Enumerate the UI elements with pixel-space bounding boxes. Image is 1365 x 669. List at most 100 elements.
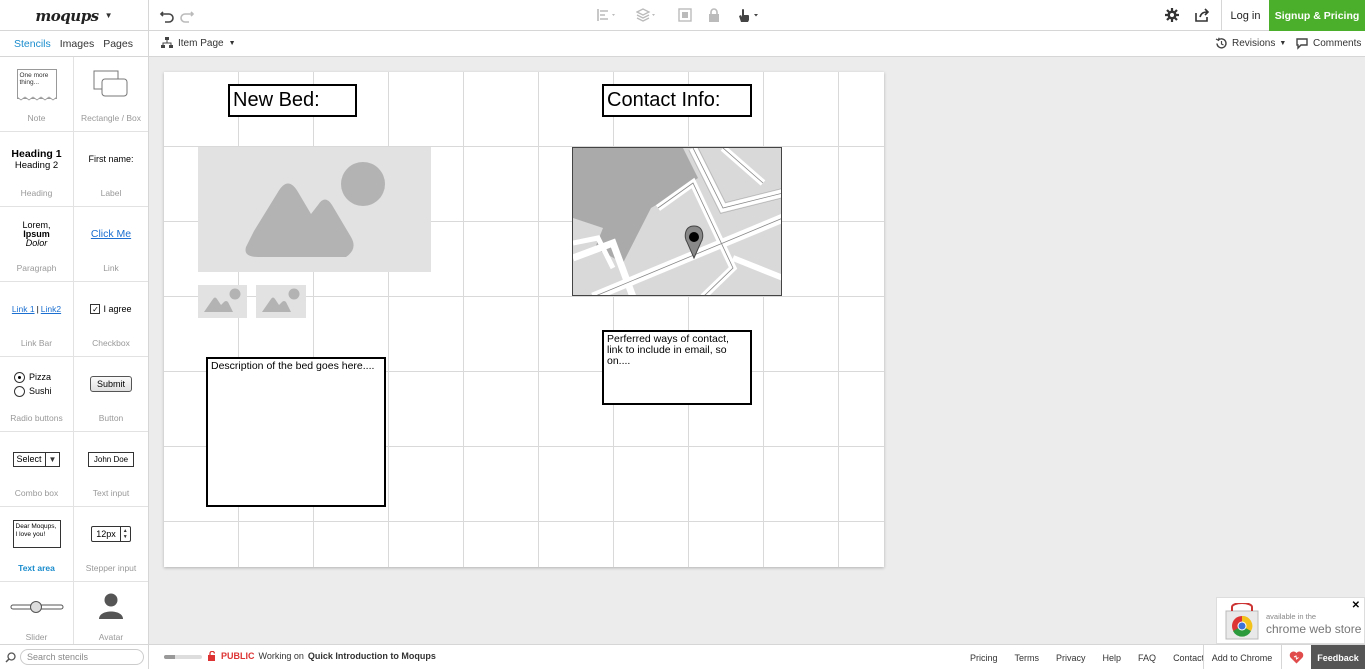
stencil-caption: Link <box>103 263 119 273</box>
footer-link-faq[interactable]: FAQ <box>1138 653 1156 663</box>
image-placeholder-icon <box>245 162 385 257</box>
stencil-avatar[interactable]: Avatar <box>74 582 148 644</box>
stencil-slider[interactable]: Slider <box>0 582 74 644</box>
footer-link-contact[interactable]: Contact <box>1173 653 1204 663</box>
align-icon[interactable] <box>596 7 615 25</box>
footer-link-privacy[interactable]: Privacy <box>1056 653 1086 663</box>
label-preview: First name: <box>74 140 148 178</box>
page-selector[interactable]: Item Page ▼ <box>161 37 236 49</box>
stencil-button[interactable]: Submit Button <box>74 357 148 432</box>
stencil-text-area[interactable]: Dear Moqups, I love you! Text area <box>0 507 74 582</box>
link-preview: Click Me <box>74 215 148 253</box>
stencil-combo-box[interactable]: Select ▼ Combo box <box>0 432 74 507</box>
stencil-paragraph[interactable]: Lorem, Ipsum Dolor Paragraph <box>0 207 74 282</box>
chrome-store-title: chrome web store <box>1266 622 1362 636</box>
stencil-caption: Text area <box>18 563 55 573</box>
radio-preview: Pizza Sushi <box>0 365 73 403</box>
button-preview-label: Submit <box>89 376 132 392</box>
public-badge[interactable]: PUBLIC <box>221 651 255 661</box>
link-bar-preview: Link 1 | Link2 <box>0 290 73 328</box>
sitemap-icon <box>161 37 173 48</box>
stencil-link-bar[interactable]: Link 1 | Link2 Link Bar <box>0 282 74 357</box>
bed-thumbnail[interactable] <box>256 285 306 318</box>
stencil-caption: Heading <box>20 188 53 198</box>
text-area-preview-value: Dear Moqups, I love you! <box>12 520 61 548</box>
save-progress-fill <box>164 655 176 659</box>
add-to-chrome-button[interactable]: Add to Chrome <box>1203 645 1280 669</box>
layers-icon[interactable] <box>635 7 655 25</box>
text-area-preview: Dear Moqups, I love you! <box>0 515 73 553</box>
heart-icon[interactable] <box>1281 645 1311 669</box>
button-preview: Submit <box>74 365 148 403</box>
tab-images[interactable]: Images <box>60 38 94 50</box>
heading2-preview: Heading 2 <box>14 159 59 171</box>
chevron-down-icon: ▼ <box>228 39 236 47</box>
radio-label: Sushi <box>29 386 52 396</box>
radio-label: Pizza <box>29 372 52 382</box>
tab-stencils[interactable]: Stencils <box>14 38 51 50</box>
bed-thumbnail[interactable] <box>198 285 247 318</box>
interaction-hand-icon[interactable] <box>736 7 758 25</box>
chrome-web-store-badge[interactable]: available in the chrome web store ✕ <box>1216 597 1365 644</box>
project-name[interactable]: Quick Introduction to Moqups <box>308 651 436 661</box>
search-icon <box>5 652 16 663</box>
login-button[interactable]: Log in <box>1221 0 1269 31</box>
stencil-stepper-input[interactable]: 12px ▲ ▼ Stepper input <box>74 507 148 582</box>
design-canvas[interactable]: New Bed: Contact Info: Description of th… <box>164 72 884 567</box>
note-preview-text: One more thing... <box>19 72 49 86</box>
stencil-caption: Checkbox <box>92 338 130 348</box>
bed-description-textarea[interactable]: Description of the bed goes here.... <box>206 357 386 507</box>
lock-icon[interactable] <box>705 7 723 25</box>
project-status: PUBLIC Working on Quick Introduction to … <box>208 651 436 661</box>
tab-pages[interactable]: Pages <box>103 38 133 50</box>
image-placeholder-icon <box>204 288 241 312</box>
app-logo: moqups <box>35 6 99 25</box>
bed-image-placeholder[interactable] <box>198 147 431 272</box>
search-stencils-input[interactable] <box>20 649 144 665</box>
chrome-store-logo-icon <box>1225 603 1259 640</box>
stencil-radio-buttons[interactable]: Pizza Sushi Radio buttons <box>0 357 74 432</box>
combo-preview-label: Select <box>16 454 42 464</box>
contact-map[interactable] <box>572 147 782 296</box>
contact-info-heading[interactable]: Contact Info: <box>602 84 752 117</box>
footer-link-help[interactable]: Help <box>1103 653 1122 663</box>
share-export-icon[interactable] <box>1193 7 1211 25</box>
stencil-caption: Link Bar <box>20 338 53 348</box>
stencil-link[interactable]: Click Me Link <box>74 207 148 282</box>
close-icon[interactable]: ✕ <box>1352 600 1360 611</box>
radio-unselected-icon <box>14 385 25 397</box>
stencil-caption: Label <box>100 188 122 198</box>
stencil-note[interactable]: One more thing... Note <box>0 57 74 132</box>
checkbox-label: I agree <box>103 304 132 314</box>
group-icon[interactable] <box>676 7 694 25</box>
contact-details-textarea[interactable]: Perferred ways of contact, link to inclu… <box>602 330 752 405</box>
stencil-checkbox[interactable]: ✓ I agree Checkbox <box>74 282 148 357</box>
stencil-rectangle[interactable]: Rectangle / Box <box>74 57 148 132</box>
stencil-caption: Button <box>98 413 124 423</box>
signup-pricing-button[interactable]: Signup & Pricing <box>1269 0 1365 31</box>
stencil-caption: Combo box <box>14 488 59 498</box>
image-placeholder-icon <box>262 288 300 312</box>
undo-icon[interactable] <box>158 7 176 25</box>
new-bed-heading[interactable]: New Bed: <box>228 84 357 117</box>
stencil-caption: Stepper input <box>85 563 137 573</box>
slider-preview-icon <box>0 588 73 626</box>
stencil-caption: Avatar <box>98 632 124 642</box>
paragraph-preview: Lorem, Ipsum Dolor <box>0 215 73 253</box>
logo-menu[interactable]: moqups ▼ <box>0 0 149 31</box>
stencil-heading[interactable]: Heading 1 Heading 2 Heading <box>0 132 74 207</box>
revisions-label: Revisions <box>1232 38 1276 49</box>
comments-button[interactable]: Comments <box>1295 37 1361 50</box>
feedback-button[interactable]: Feedback <box>1311 645 1365 669</box>
checkbox-preview: ✓ I agree <box>74 290 148 328</box>
footer-link-pricing[interactable]: Pricing <box>970 653 998 663</box>
link-bar-link: Link2 <box>40 304 62 314</box>
revisions-button[interactable]: Revisions ▼ <box>1215 37 1286 50</box>
redo-icon[interactable] <box>178 7 196 25</box>
stencil-caption: Paragraph <box>16 263 57 273</box>
stencil-label[interactable]: First name: Label <box>74 132 148 207</box>
label-preview-text: First name: <box>88 154 134 164</box>
footer-link-terms[interactable]: Terms <box>1015 653 1040 663</box>
settings-gear-icon[interactable] <box>1163 7 1181 25</box>
stencil-text-input[interactable]: John Doe Text input <box>74 432 148 507</box>
